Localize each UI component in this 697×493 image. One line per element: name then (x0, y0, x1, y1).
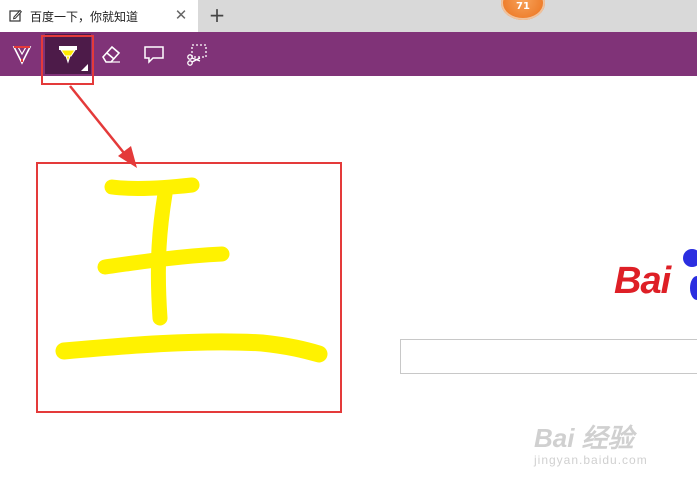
watermark-url: jingyan.baidu.com (534, 453, 648, 467)
highlight-stroke (104, 177, 200, 196)
highlight-stroke (97, 246, 230, 275)
highlight-stroke (55, 333, 328, 363)
baidu-paw-icon (683, 249, 697, 300)
watermark: Bai 经验 jingyan.baidu.com (534, 418, 648, 467)
baidu-logo[interactable]: Bai (614, 260, 671, 303)
watermark-logo: Bai 经验 (534, 423, 634, 453)
search-input[interactable] (400, 339, 697, 374)
logo-text: Bai (614, 260, 671, 302)
